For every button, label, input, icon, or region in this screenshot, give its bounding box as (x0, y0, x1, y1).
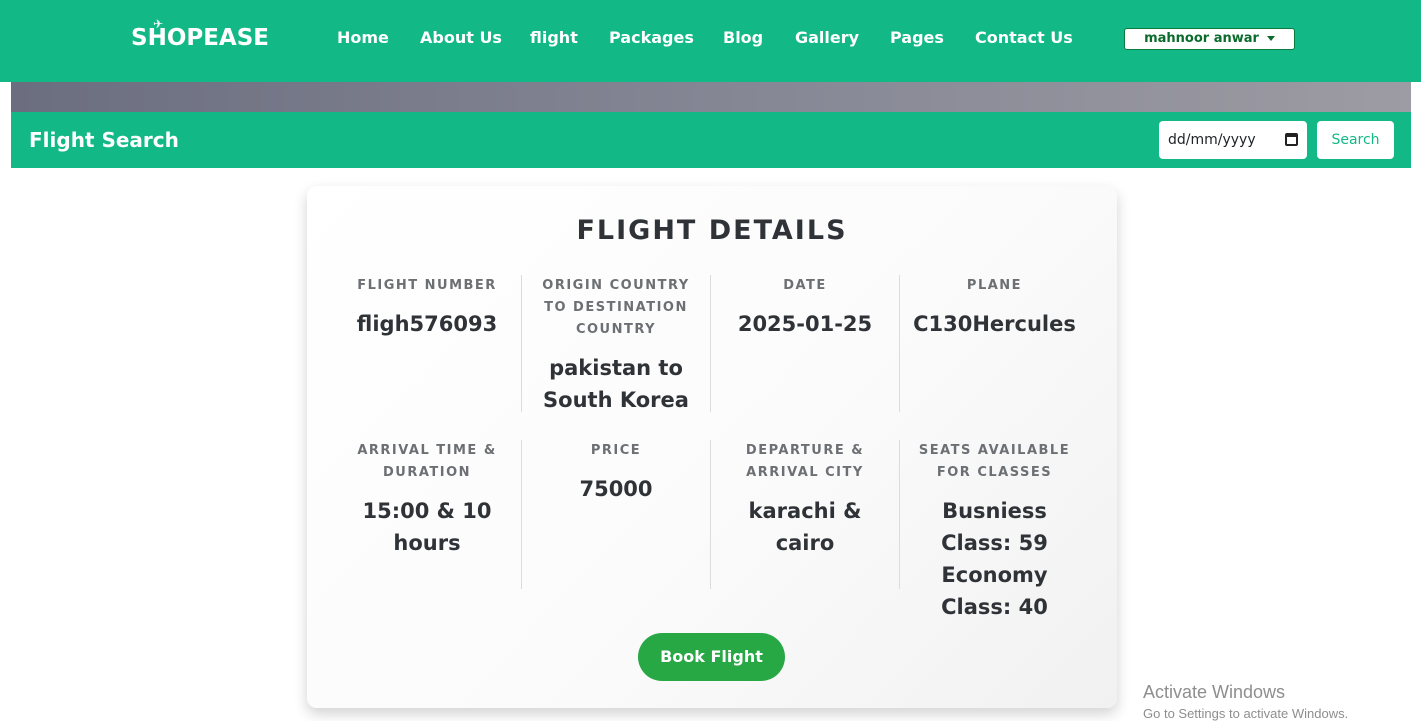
nav-pages[interactable]: Pages (890, 28, 944, 47)
date-input[interactable]: dd/mm/yyyy (1159, 121, 1307, 159)
nav-home[interactable]: Home (337, 28, 389, 47)
field-label: ARRIVAL TIME & DURATION (357, 443, 497, 480)
field-label: DATE (783, 278, 827, 293)
nav-contact-us[interactable]: Contact Us (975, 28, 1073, 47)
field-label: ORIGIN COUNTRY TO DESTINATION COUNTRY (542, 278, 690, 337)
field-label: FLIGHT NUMBER (357, 278, 497, 293)
flight-search-bar: Flight Search dd/mm/yyyy Search (11, 112, 1411, 168)
user-menu-button[interactable]: mahnoor anwar (1124, 28, 1295, 50)
field-value: 2025-01-25 (737, 312, 873, 336)
search-button[interactable]: Search (1317, 121, 1394, 159)
brand-logo[interactable]: ✈ SHOPEASE (131, 17, 270, 51)
nav-packages[interactable]: Packages (609, 28, 694, 47)
nav-gallery[interactable]: Gallery (795, 28, 859, 47)
field-label: PRICE (590, 443, 642, 458)
activate-windows-watermark: Activate Windows Go to Settings to activ… (1143, 682, 1348, 721)
field-flight-number: FLIGHT NUMBER fligh576093 (333, 275, 522, 412)
field-arrival-duration: ARRIVAL TIME & DURATION 15:00 & 10 hours (333, 440, 522, 589)
nav-flight[interactable]: flight (530, 28, 578, 47)
date-placeholder: dd/mm/yyyy (1168, 132, 1256, 148)
field-value: Busniess Class: 59 Economy Class: 40 (941, 499, 1048, 619)
field-value: C130Hercules (913, 312, 1076, 336)
book-flight-button[interactable]: Book Flight (638, 633, 785, 681)
field-price: PRICE 75000 (522, 440, 711, 589)
nav-about-us[interactable]: About Us (420, 28, 502, 47)
calendar-icon[interactable] (1285, 133, 1298, 146)
field-origin-destination: ORIGIN COUNTRY TO DESTINATION COUNTRY pa… (522, 275, 711, 412)
field-label: PLANE (966, 278, 1023, 293)
card-title: FLIGHT DETAILS (576, 215, 848, 246)
flight-search-title: Flight Search (29, 128, 179, 152)
user-name: mahnoor anwar (1144, 31, 1259, 46)
field-value: 75000 (579, 477, 653, 501)
field-plane: PLANE C130Hercules (900, 275, 1089, 412)
field-value: fligh576093 (356, 312, 498, 336)
field-value: pakistan to South Korea (543, 356, 689, 412)
field-seats-available: SEATS AVAILABLE FOR CLASSES Busniess Cla… (900, 440, 1089, 619)
airplane-icon: ✈ (153, 17, 164, 31)
field-value: karachi & cairo (748, 499, 862, 555)
top-navbar: ✈ SHOPEASE Home About Us flight Packages… (0, 0, 1421, 82)
nav-blog[interactable]: Blog (723, 28, 763, 47)
field-label: SEATS AVAILABLE FOR CLASSES (918, 443, 1071, 480)
hero-banner (11, 82, 1411, 112)
field-label: DEPARTURE & ARRIVAL CITY (745, 443, 865, 480)
caret-down-icon (1266, 36, 1275, 41)
watermark-title: Activate Windows (1143, 682, 1286, 702)
field-departure-arrival-city: DEPARTURE & ARRIVAL CITY karachi & cairo (711, 440, 900, 589)
brand-name: SHOPEASE (131, 25, 270, 51)
field-value: 15:00 & 10 hours (362, 499, 492, 555)
field-date: DATE 2025-01-25 (711, 275, 900, 412)
flight-details-card: FLIGHT DETAILS FLIGHT NUMBER fligh576093… (307, 186, 1117, 708)
